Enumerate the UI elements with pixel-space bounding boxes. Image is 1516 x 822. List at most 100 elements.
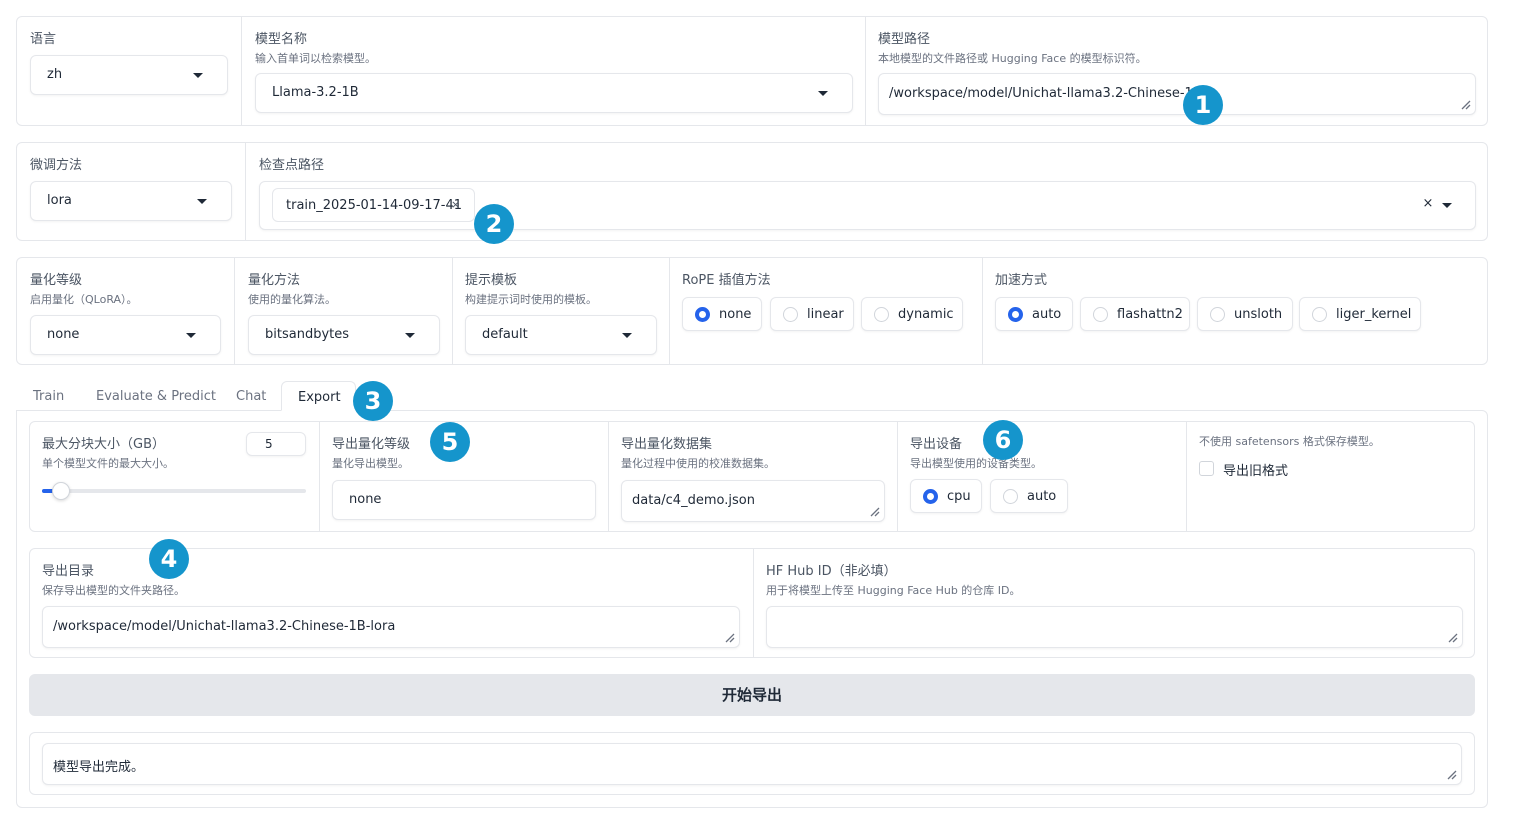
export-output-box[interactable]: 模型导出完成。 — [42, 743, 1462, 785]
export-quant-label: 导出量化等级 — [332, 437, 411, 452]
checkpoint-path-label: 检查点路径 — [259, 158, 325, 173]
max-shard-label: 最大分块大小（GB） — [42, 437, 165, 452]
rope-cell: RoPE 插值方法 none linear dynamic — [669, 258, 982, 364]
export-dataset-label: 导出量化数据集 — [621, 437, 713, 452]
resize-handle-icon[interactable] — [1445, 768, 1457, 780]
checkpoint-path-cell: 检查点路径 train_2025-01-14-09-17-41 × × — [245, 143, 1487, 240]
hub-id-cell: HF Hub ID（非必填） 用于将模型上传至 Hugging Face Hub… — [753, 549, 1474, 657]
resize-handle-icon[interactable] — [1446, 631, 1458, 643]
radio-unselected-icon — [1093, 307, 1108, 322]
radio-unselected-icon — [1312, 307, 1327, 322]
model-path-input[interactable]: /workspace/model/Unichat-llama3.2-Chines… — [878, 73, 1476, 115]
model-settings-row: 语言 zh 模型名称 输入首单词以检索模型。 Llama-3.2-1B 模型路径… — [16, 16, 1488, 126]
tab-train[interactable]: Train — [33, 381, 64, 411]
model-path-info: 本地模型的文件路径或 Hugging Face 的模型标识符。 — [878, 52, 1147, 65]
booster-option-flashattn2[interactable]: flashattn2 — [1080, 297, 1190, 331]
resize-handle-icon[interactable] — [868, 505, 880, 517]
export-dataset-cell: 导出量化数据集 量化过程中使用的校准数据集。 data/c4_demo.json — [608, 422, 897, 531]
export-device-info: 导出模型使用的设备类型。 — [910, 457, 1042, 470]
template-label: 提示模板 — [465, 273, 518, 288]
max-shard-info: 单个模型文件的最大大小。 — [42, 457, 174, 470]
template-cell: 提示模板 构建提示词时使用的模板。 default — [452, 258, 669, 364]
chevron-down-icon — [405, 333, 415, 338]
max-shard-slider-thumb[interactable] — [52, 482, 70, 500]
clear-icon[interactable]: × — [1418, 194, 1438, 214]
finetune-method-value: lora — [47, 193, 72, 208]
model-name-cell: 模型名称 输入首单词以检索模型。 Llama-3.2-1B — [241, 17, 865, 125]
export-device-option-label: auto — [1027, 489, 1057, 504]
export-device-option-auto[interactable]: auto — [990, 479, 1068, 513]
chevron-down-icon[interactable] — [1442, 203, 1452, 208]
rope-option-label: none — [719, 307, 752, 322]
export-dir-input[interactable]: /workspace/model/Unichat-llama3.2-Chines… — [42, 606, 740, 648]
export-dataset-input[interactable]: data/c4_demo.json — [621, 480, 885, 522]
annotation-badge-6: 6 — [983, 420, 1023, 460]
booster-option-unsloth[interactable]: unsloth — [1197, 297, 1293, 331]
model-name-label: 模型名称 — [255, 32, 308, 47]
hub-id-info: 用于将模型上传至 Hugging Face Hub 的仓库 ID。 — [766, 584, 1021, 597]
resize-handle-icon[interactable] — [723, 631, 735, 643]
export-quant-dropdown[interactable]: none — [332, 480, 596, 520]
export-output-text: 模型导出完成。 — [53, 760, 145, 775]
annotation-badge-4: 4 — [149, 539, 189, 579]
rope-option-linear[interactable]: linear — [770, 297, 854, 331]
max-shard-number-input[interactable]: 5 — [246, 432, 306, 456]
export-device-option-cpu[interactable]: cpu — [910, 479, 982, 513]
radio-unselected-icon — [874, 307, 889, 322]
model-path-value: /workspace/model/Unichat-llama3.2-Chines… — [889, 86, 1202, 101]
max-shard-value: 5 — [265, 437, 273, 451]
export-destination-row: 导出目录 保存导出模型的文件夹路径。 /workspace/model/Unic… — [29, 548, 1475, 658]
annotation-badge-1: 1 — [1183, 85, 1223, 125]
booster-option-label: auto — [1032, 307, 1062, 322]
export-dir-label: 导出目录 — [42, 564, 95, 579]
export-legacy-label: 导出旧格式 — [1223, 464, 1289, 479]
rope-option-dynamic[interactable]: dynamic — [861, 297, 963, 331]
adapter-settings-row: 微调方法 lora 检查点路径 train_2025-01-14-09-17-4… — [16, 142, 1488, 241]
export-legacy-checkbox[interactable] — [1199, 461, 1214, 476]
template-dropdown[interactable]: default — [465, 315, 657, 355]
chevron-down-icon — [622, 333, 632, 338]
template-value: default — [482, 327, 528, 342]
export-legacy-cell: 不使用 safetensors 格式保存模型。 导出旧格式 — [1186, 422, 1474, 531]
quant-level-label: 量化等级 — [30, 273, 83, 288]
tab-chat[interactable]: Chat — [236, 381, 266, 411]
resize-handle-icon[interactable] — [1459, 98, 1471, 110]
quant-method-dropdown[interactable]: bitsandbytes — [248, 315, 440, 355]
chip-close-icon[interactable]: × — [451, 198, 460, 211]
radio-unselected-icon — [1003, 489, 1018, 504]
export-options-row: 最大分块大小（GB） 单个模型文件的最大大小。 5 导出量化等级 量化导出模型。… — [29, 421, 1475, 532]
finetune-method-dropdown[interactable]: lora — [30, 181, 232, 221]
start-export-button[interactable]: 开始导出 — [29, 674, 1475, 716]
advanced-settings-row: 量化等级 启用量化（QLoRA）。 none 量化方法 使用的量化算法。 bit… — [16, 257, 1488, 365]
annotation-badge-2: 2 — [474, 204, 514, 244]
max-shard-slider-track[interactable] — [42, 489, 306, 493]
booster-label: 加速方式 — [995, 273, 1048, 288]
export-dir-info: 保存导出模型的文件夹路径。 — [42, 584, 185, 597]
export-dataset-info: 量化过程中使用的校准数据集。 — [621, 457, 775, 470]
rope-option-label: linear — [807, 307, 844, 322]
rope-label: RoPE 插值方法 — [682, 273, 771, 288]
tab-export[interactable]: Export — [281, 381, 356, 411]
export-output-panel: 模型导出完成。 — [29, 732, 1475, 795]
language-cell: 语言 zh — [17, 17, 241, 125]
quant-method-value: bitsandbytes — [265, 327, 350, 342]
quant-level-info: 启用量化（QLoRA）。 — [30, 293, 138, 306]
radio-unselected-icon — [1210, 307, 1225, 322]
checkpoint-path-multiselect[interactable]: train_2025-01-14-09-17-41 × × — [259, 181, 1476, 230]
booster-cell: 加速方式 auto flashattn2 unsloth liger_kerne… — [982, 258, 1487, 364]
booster-option-label: liger_kernel — [1336, 307, 1412, 322]
chevron-down-icon — [197, 199, 207, 204]
booster-option-auto[interactable]: auto — [995, 297, 1073, 331]
tab-evaluate-predict[interactable]: Evaluate & Predict — [96, 381, 216, 411]
model-name-dropdown[interactable]: Llama-3.2-1B — [255, 73, 853, 113]
quant-level-dropdown[interactable]: none — [30, 315, 221, 355]
model-name-value: Llama-3.2-1B — [272, 85, 359, 100]
language-dropdown[interactable]: zh — [30, 55, 228, 95]
rope-option-none[interactable]: none — [682, 297, 762, 331]
export-device-label: 导出设备 — [910, 437, 963, 452]
radio-unselected-icon — [783, 307, 798, 322]
model-path-cell: 模型路径 本地模型的文件路径或 Hugging Face 的模型标识符。 /wo… — [865, 17, 1487, 125]
chevron-down-icon — [186, 333, 196, 338]
hub-id-input[interactable] — [766, 606, 1463, 648]
booster-option-liger-kernel[interactable]: liger_kernel — [1299, 297, 1421, 331]
